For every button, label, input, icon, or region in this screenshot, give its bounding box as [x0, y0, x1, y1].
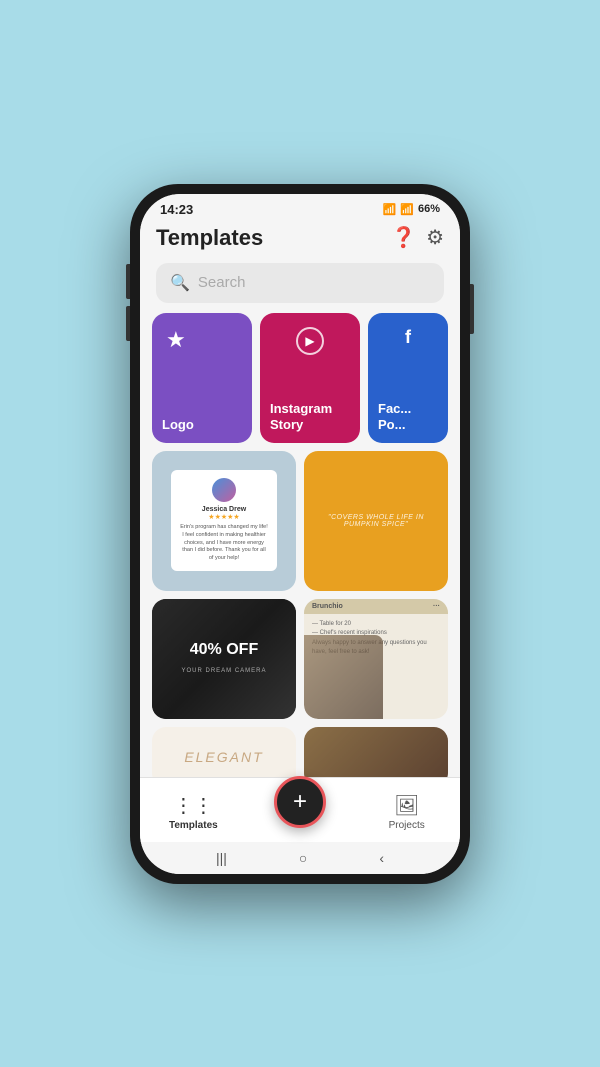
menu-dots: ···	[433, 603, 440, 610]
camera-sub-text: YOUR DREAM CAMERA	[181, 668, 266, 674]
logo-template-card[interactable]: ★ Logo	[152, 313, 252, 443]
menu-header: Brunchio ···	[304, 599, 448, 614]
projects-label: Projects	[389, 820, 425, 831]
status-bar: 14:23 📶 📶 66%	[140, 194, 460, 221]
settings-button[interactable]: ⚙	[426, 225, 444, 250]
search-bar[interactable]: 🔍 Search	[156, 263, 444, 303]
orange-quote-text: "COVERS WHOLE LIFE IN PUMPKIN SPICE"	[304, 504, 448, 538]
testimonial-inner: Jessica Drew ★★★★★ Erin's program has ch…	[171, 470, 276, 570]
discount-text: 40% OFF	[181, 641, 266, 659]
content-area: ★ Logo ▶ InstagramStory f Fac...Po...	[140, 313, 460, 777]
photo-template-card[interactable]	[304, 727, 448, 777]
logo-card-label: Logo	[162, 417, 242, 433]
nav-templates[interactable]: ⋮⋮ Templates	[140, 793, 247, 831]
projects-icon: 🖼	[394, 793, 419, 818]
back-button[interactable]: ‹	[379, 850, 384, 866]
template-row-2: Jessica Drew ★★★★★ Erin's program has ch…	[152, 451, 448, 591]
testimonial-stars: ★★★★★	[179, 513, 268, 521]
instagram-story-template-card[interactable]: ▶ InstagramStory	[260, 313, 360, 443]
phone-frame: 14:23 📶 📶 66% Templates ❓ ⚙ 🔍 Search	[130, 184, 470, 884]
facebook-icon: f	[405, 327, 411, 348]
signal-icon: 📶	[400, 203, 414, 216]
elegant-template-card[interactable]: ELEGANT	[152, 727, 296, 777]
search-input[interactable]: Search	[198, 274, 246, 291]
search-icon: 🔍	[170, 273, 190, 293]
wifi-icon: 📶	[383, 203, 397, 216]
orange-quote-template-card[interactable]: "COVERS WHOLE LIFE IN PUMPKIN SPICE"	[304, 451, 448, 591]
phone-screen: 14:23 📶 📶 66% Templates ❓ ⚙ 🔍 Search	[140, 194, 460, 874]
elegant-text: ELEGANT	[184, 749, 263, 765]
facebook-card-label: Fac...Po...	[378, 401, 438, 432]
templates-label: Templates	[169, 820, 218, 831]
camera-template-card[interactable]: 40% OFF YOUR DREAM CAMERA	[152, 599, 296, 719]
testimonial-name: Jessica Drew	[179, 506, 268, 513]
status-icons: 📶 📶 66%	[383, 203, 440, 216]
avatar	[212, 478, 236, 502]
menu-title: Brunchio	[312, 603, 343, 610]
menu-image	[304, 635, 383, 719]
create-icon: +	[293, 788, 307, 816]
power-button[interactable]	[470, 284, 474, 334]
header-actions: ❓ ⚙	[391, 225, 444, 250]
testimonial-template-card[interactable]: Jessica Drew ★★★★★ Erin's program has ch…	[152, 451, 296, 591]
templates-icon: ⋮⋮	[173, 793, 213, 818]
fab-container: +	[247, 786, 354, 838]
testimonial-text: Erin's program has changed my life! I fe…	[179, 524, 268, 562]
page-title: Templates	[156, 225, 263, 251]
template-row-1: ★ Logo ▶ InstagramStory f Fac...Po...	[152, 313, 448, 443]
star-icon: ★	[166, 327, 186, 353]
facebook-post-template-card[interactable]: f Fac...Po...	[368, 313, 448, 443]
bottom-nav: ⋮⋮ Templates + 🖼 Projects	[140, 777, 460, 842]
create-button[interactable]: +	[274, 776, 326, 828]
page-header: Templates ❓ ⚙	[140, 221, 460, 259]
volume-up-button[interactable]	[126, 264, 130, 299]
recents-button[interactable]: |||	[216, 850, 227, 866]
help-button[interactable]: ❓	[391, 225, 416, 250]
camera-text: 40% OFF YOUR DREAM CAMERA	[181, 641, 266, 677]
system-bar: ||| ○ ‹	[140, 842, 460, 874]
status-time: 14:23	[160, 202, 193, 217]
instagram-card-label: InstagramStory	[270, 401, 350, 432]
home-button[interactable]: ○	[299, 850, 307, 866]
template-row-3: 40% OFF YOUR DREAM CAMERA Brunchio ··· —…	[152, 599, 448, 719]
menu-template-card[interactable]: Brunchio ··· — Table for 20 — Chef's rec…	[304, 599, 448, 719]
battery-label: 66%	[418, 203, 440, 215]
nav-projects[interactable]: 🖼 Projects	[353, 793, 460, 831]
menu-line-1: — Table for 20	[312, 620, 440, 630]
play-icon: ▶	[296, 327, 324, 355]
template-row-4: ELEGANT	[152, 727, 448, 777]
volume-down-button[interactable]	[126, 306, 130, 341]
